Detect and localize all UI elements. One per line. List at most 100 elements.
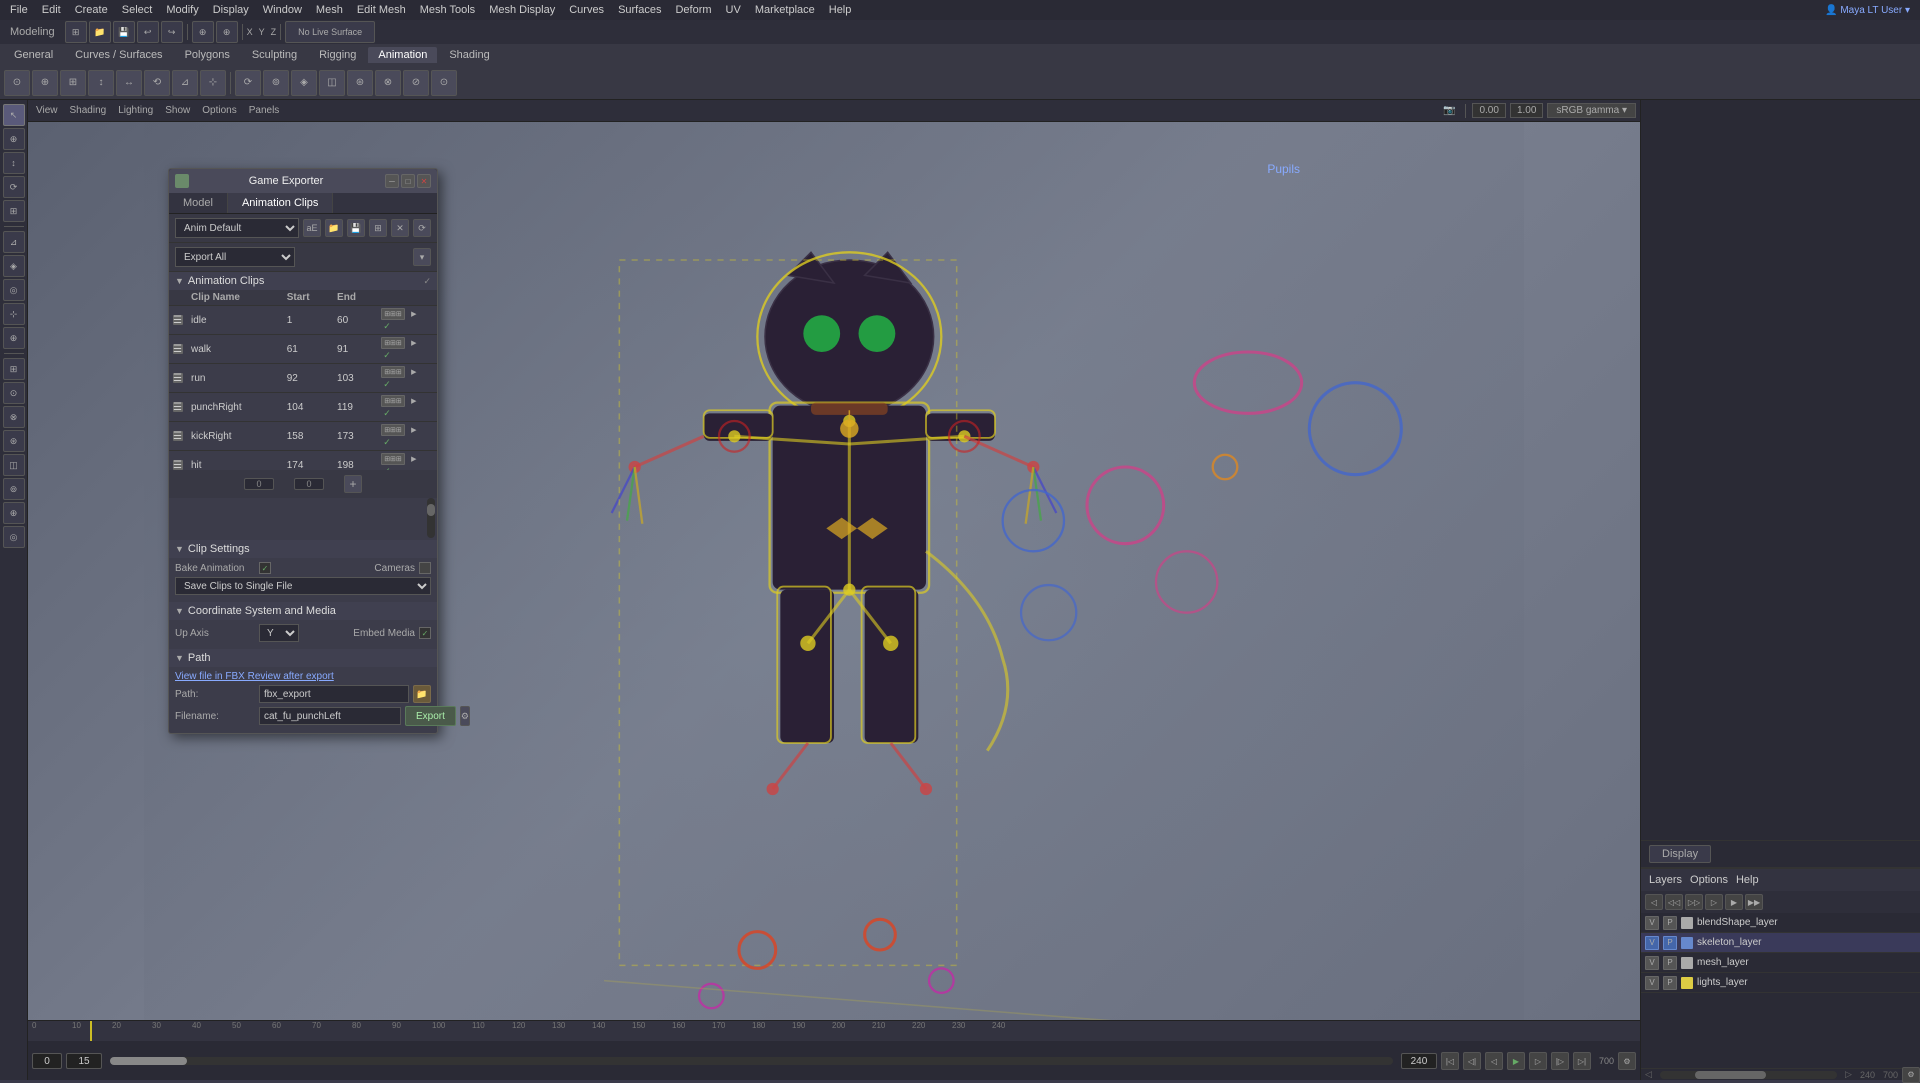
menu-help[interactable]: Help [823,3,858,17]
shelf-icon-14[interactable]: ⊗ [375,70,401,96]
vp-btn-view[interactable]: View [32,104,62,117]
layer-vis-blendshape[interactable]: V [1645,916,1659,930]
ge-preset-btn-4[interactable]: ⊞ [369,219,387,237]
vp-btn-camera-icon[interactable]: 📷 [1439,104,1459,117]
shelf-icon-8[interactable]: ⊹ [200,70,226,96]
tool-5[interactable]: ⊞ [3,200,25,222]
tool-18[interactable]: ◎ [3,526,25,548]
ge-clips-scroll[interactable]: Clip Name Start End ☰ idle 1 60 ⊞⊞⊞ ▶ ✓ … [169,290,437,470]
ge-section-path[interactable]: ▼ Path [169,649,437,667]
scroll-track[interactable] [1660,1071,1837,1079]
shelf-tab-sculpting[interactable]: Sculpting [242,47,307,63]
ge-minimize-btn[interactable]: ─ [385,174,399,188]
menu-create[interactable]: Create [69,3,114,17]
menu-mesh-tools[interactable]: Mesh Tools [414,3,481,17]
ge-axis-select[interactable]: Y [259,624,299,642]
menu-display[interactable]: Display [207,3,255,17]
clip-play-punchRight[interactable]: ▶ [408,395,420,407]
ge-export-settings-btn[interactable]: ⚙ [460,706,470,726]
shelf-icon-15[interactable]: ⊘ [403,70,429,96]
menu-edit[interactable]: Edit [36,3,67,17]
clip-keys-run[interactable]: ⊞⊞⊞ [381,366,405,378]
playback-go-end[interactable]: ▷| [1573,1052,1591,1070]
no-live-surface-btn[interactable]: No Live Surface [285,21,375,43]
shelf-icon-9[interactable]: ⟳ [235,70,261,96]
shelf-tab-curves[interactable]: Curves / Surfaces [65,47,172,63]
clip-play-kickRight[interactable]: ▶ [408,424,420,436]
layer-p-skeleton[interactable]: P [1663,936,1677,950]
clip-check-run[interactable]: ✓ [381,378,393,390]
shelf-icon-12[interactable]: ◫ [319,70,345,96]
menu-modify[interactable]: Modify [160,3,204,17]
tool-12[interactable]: ⊙ [3,382,25,404]
tool-select[interactable]: ↖ [3,104,25,126]
clip-drag-walk[interactable]: ☰ [173,344,183,354]
clip-check-punchRight[interactable]: ✓ [381,407,393,419]
tool-10[interactable]: ⊕ [3,327,25,349]
layer-vis-mesh[interactable]: V [1645,956,1659,970]
clip-drag-kickRight[interactable]: ☰ [173,431,183,441]
clip-drag-hit[interactable]: ☰ [173,460,183,470]
clip-keys-kickRight[interactable]: ⊞⊞⊞ [381,424,405,436]
menu-deform[interactable]: Deform [669,3,717,17]
playback-go-start[interactable]: |◁ [1441,1052,1459,1070]
layer-add-btn[interactable]: ◁ [1645,894,1663,910]
ge-tab-animation-clips[interactable]: Animation Clips [228,193,333,213]
shelf-icon-13[interactable]: ⊛ [347,70,373,96]
tool-15[interactable]: ◫ [3,454,25,476]
playback-prev-key[interactable]: ◁| [1463,1052,1481,1070]
right-scrollbar[interactable]: ◁ ▷ 240 700 ⚙ [1641,1068,1920,1080]
clip-keys-walk[interactable]: ⊞⊞⊞ [381,337,405,349]
menu-surfaces[interactable]: Surfaces [612,3,667,17]
mode-btn-transform[interactable]: ⊕ [192,21,214,43]
layer-p-blendshape[interactable]: P [1663,916,1677,930]
ge-preset-btn-1[interactable]: aE [303,219,321,237]
tool-13[interactable]: ⊗ [3,406,25,428]
clip-play-idle[interactable]: ▶ [408,308,420,320]
menu-file[interactable]: File [4,3,34,17]
frame-start-input[interactable] [32,1053,62,1069]
menu-uv[interactable]: UV [720,3,747,17]
layer-back-btn[interactable]: ◁◁ [1665,894,1683,910]
layer-play-fwd-btn[interactable]: ▶▶ [1745,894,1763,910]
clip-drag-punchRight[interactable]: ☰ [173,402,183,412]
current-frame-input[interactable] [66,1053,102,1069]
mode-btn-1[interactable]: ⊞ [65,21,87,43]
ge-bake-checkbox[interactable]: ✓ [259,562,271,574]
layer-p-mesh[interactable]: P [1663,956,1677,970]
ge-export-btn[interactable]: Export [405,706,456,726]
menu-edit-mesh[interactable]: Edit Mesh [351,3,412,17]
tool-2[interactable]: ⊕ [3,128,25,150]
mode-btn-5[interactable]: ↪ [161,21,183,43]
layer-vis-skeleton[interactable]: V [1645,936,1659,950]
playback-play[interactable]: ▶ [1507,1052,1525,1070]
ge-new-start[interactable] [244,478,274,490]
shelf-tab-rigging[interactable]: Rigging [309,47,366,63]
ge-export-arrow[interactable]: ▾ [413,248,431,266]
clip-play-walk[interactable]: ▶ [408,337,420,349]
ge-section-clip-settings[interactable]: ▼ Clip Settings [169,540,437,558]
shelf-icon-7[interactable]: ⊿ [172,70,198,96]
layer-end-btn[interactable]: ▷ [1705,894,1723,910]
clip-play-run[interactable]: ▶ [408,366,420,378]
tool-4[interactable]: ⟳ [3,176,25,198]
tool-14[interactable]: ⊛ [3,430,25,452]
ge-preset-btn-5[interactable]: ✕ [391,219,409,237]
ge-close-btn[interactable]: ✕ [417,174,431,188]
layer-p-lights[interactable]: P [1663,976,1677,990]
tool-3[interactable]: ↕ [3,152,25,174]
playback-next-key[interactable]: |▷ [1551,1052,1569,1070]
clip-check-hit[interactable]: ✓ [381,465,393,470]
ge-tab-model[interactable]: Model [169,193,228,213]
menu-marketplace[interactable]: Marketplace [749,3,821,17]
menu-mesh[interactable]: Mesh [310,3,349,17]
mode-btn-snap[interactable]: ⊕ [216,21,238,43]
clip-check-idle[interactable]: ✓ [381,320,393,332]
clip-drag-idle[interactable]: ☰ [173,315,183,325]
tool-9[interactable]: ⊹ [3,303,25,325]
shelf-icon-10[interactable]: ⊚ [263,70,289,96]
ge-embed-checkbox[interactable]: ✓ [419,627,431,639]
ge-preset-select[interactable]: Anim Default [175,218,299,238]
ge-new-end[interactable] [294,478,324,490]
tool-8[interactable]: ◎ [3,279,25,301]
